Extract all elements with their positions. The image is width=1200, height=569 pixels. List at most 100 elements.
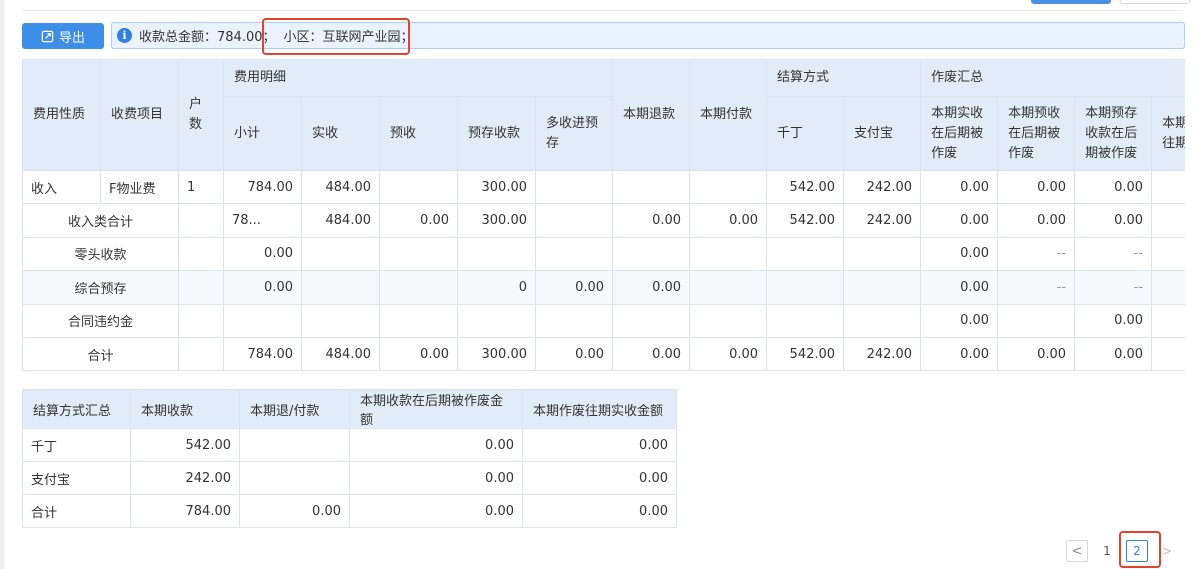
summary-cell-void-past: 0.00	[522, 428, 677, 462]
summary-cell-received: 542.00	[130, 428, 240, 462]
cell-subtotal: 784.00	[223, 336, 302, 372]
summary-cell-method: 支付宝	[22, 461, 131, 495]
header-fee-type: 费用性质	[22, 59, 101, 171]
cell-payment: 0.00	[689, 203, 768, 238]
cell-overpay	[534, 303, 614, 338]
table-row: 收入类合计 78... 484.00 0.00 300.00 0.00 0.00…	[22, 203, 1185, 238]
header-overpay: 多收进预存	[534, 96, 614, 171]
header-households: 户数	[178, 59, 224, 171]
table-row: 零头收款 0.00 0.00 -- --	[22, 236, 1185, 272]
cell-refund: 0.00	[612, 336, 691, 372]
cell-label: 综合预存	[22, 270, 179, 305]
cell-overpay	[534, 236, 614, 272]
table-row: 收入 F物业费 1 784.00 484.00 300.00 542.00 24…	[22, 169, 1185, 205]
table-row: 支付宝 242.00 0.00 0.00	[22, 461, 677, 495]
cell-subtotal: 784.00	[223, 169, 302, 205]
cell-overpay	[534, 169, 614, 205]
cell-void-advance: 0.00	[997, 169, 1076, 205]
summary-header-void-past: 本期作废往期实收金额	[522, 389, 677, 429]
cell-refund	[612, 303, 691, 338]
cell-subtotal: 0.00	[223, 270, 302, 305]
cell-void-prestore: 0.00	[1074, 303, 1153, 338]
cell-prestore: 300.00	[457, 336, 536, 372]
summary-header-void-later: 本期收款在后期被作废金额	[349, 389, 523, 429]
cell-void-prestore: 0.00	[1074, 169, 1153, 205]
cell-prestore	[457, 236, 536, 272]
summary-cell-void-later: 0.00	[349, 461, 523, 495]
cell-prestore	[457, 303, 536, 338]
cell-households	[178, 236, 224, 272]
summary-cell-method: 合计	[22, 494, 131, 528]
header-settlement: 结算方式	[766, 59, 922, 97]
cell-subtotal	[223, 303, 302, 338]
cell-households	[178, 336, 224, 372]
summary-header-method: 结算方式汇总	[22, 389, 131, 429]
cell-alipay	[843, 236, 922, 272]
summary-cell-method: 千丁	[22, 428, 131, 462]
cell-prestore: 0	[457, 270, 536, 305]
header-void-advance: 本期预收在后期被作废	[997, 96, 1076, 171]
cell-actual: 484.00	[301, 336, 380, 372]
header-actual: 实收	[301, 96, 380, 171]
header-qianding: 千丁	[766, 96, 845, 171]
cell-alipay: 242.00	[843, 203, 922, 238]
header-void-prestore: 本期预存收款在后期被作废	[1074, 96, 1153, 171]
cell-prestore: 300.00	[457, 169, 536, 205]
header-prestore: 预存收款	[457, 96, 536, 171]
cell-payment	[689, 236, 768, 272]
table-row: 合同违约金 0.00 0.00	[22, 303, 1185, 338]
table-row: 合计 784.00 484.00 0.00 300.00 0.00 0.00 0…	[22, 336, 1185, 372]
header-subtotal: 小计	[223, 96, 302, 171]
cell-alipay: 242.00	[843, 336, 922, 372]
cell-actual: 484.00	[301, 203, 380, 238]
cell-void-past	[1151, 169, 1185, 205]
cell-void-past	[1151, 303, 1185, 338]
cell-households: 1	[178, 169, 224, 205]
summary-cell-refund	[239, 461, 350, 495]
cell-void-prestore: --	[1074, 236, 1153, 272]
header-void-actual: 本期实收在后期被作废	[920, 96, 999, 171]
cell-advance	[379, 236, 458, 272]
table-row: 千丁 542.00 0.00 0.00	[22, 428, 677, 462]
summary-header-received: 本期收款	[130, 389, 240, 429]
summary-cell-received: 784.00	[130, 494, 240, 528]
cell-refund: 0.00	[612, 270, 691, 305]
cell-subtotal: 0.00	[223, 236, 302, 272]
cell-alipay	[843, 270, 922, 305]
cell-refund: 0.00	[612, 203, 691, 238]
cell-label: 零头收款	[22, 236, 179, 272]
cell-qianding	[766, 236, 845, 272]
cell-refund	[612, 236, 691, 272]
cell-advance	[379, 270, 458, 305]
summary-cell-void-past: 0.00	[522, 461, 677, 495]
cell-fee-type: 收入	[22, 169, 101, 205]
summary-header-refund: 本期退/付款	[239, 389, 350, 429]
table-row: 综合预存 0.00 0 0.00 0.00 0.00 -- --	[22, 270, 1185, 305]
cell-void-prestore: 0.00	[1074, 203, 1153, 238]
cell-void-prestore: 0.00	[1074, 336, 1153, 372]
cell-void-past	[1151, 236, 1185, 272]
cell-households	[178, 303, 224, 338]
header-void-past: 本期往期	[1151, 96, 1185, 171]
cell-prestore: 300.00	[457, 203, 536, 238]
cell-void-actual: 0.00	[920, 270, 999, 305]
cell-advance	[379, 303, 458, 338]
summary-cell-refund: 0.00	[239, 494, 350, 528]
cell-void-prestore: --	[1074, 270, 1153, 305]
cell-void-actual: 0.00	[920, 303, 999, 338]
cell-advance: 0.00	[379, 203, 458, 238]
cell-void-advance: 0.00	[997, 203, 1076, 238]
table-row: 合计 784.00 0.00 0.00 0.00	[22, 494, 677, 528]
cell-subtotal: 78...	[223, 203, 302, 238]
cell-households	[178, 270, 224, 305]
header-void-summary: 作废汇总	[920, 59, 1185, 97]
header-payment: 本期付款	[689, 59, 768, 171]
highlight-annotation-community	[262, 18, 410, 55]
settlement-summary-table: 结算方式汇总 本期收款 本期退/付款 本期收款在后期被作废金额 本期作废往期实收…	[22, 389, 677, 528]
header-fee-detail: 费用明细	[222, 59, 614, 97]
pagination-prev-button[interactable]: <	[1066, 540, 1088, 562]
cell-actual	[301, 303, 380, 338]
cell-alipay	[843, 303, 922, 338]
pagination-page-1[interactable]: 1	[1096, 540, 1118, 562]
fee-report-table: 费用性质 收费项目 户数 费用明细 本期退款 本期付款 结算方式 作废汇总 小计…	[22, 59, 1185, 372]
